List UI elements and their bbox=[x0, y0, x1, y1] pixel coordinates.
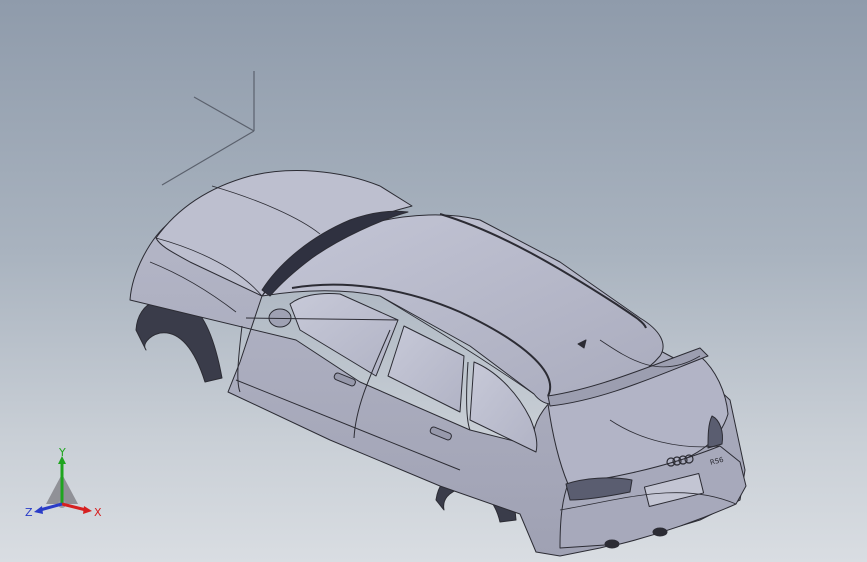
exhaust-left bbox=[604, 539, 620, 549]
car-body-model[interactable] bbox=[129, 170, 747, 557]
reference-triad[interactable]: Y X Z bbox=[22, 446, 112, 526]
triad-z-label: Z bbox=[25, 506, 33, 519]
graphics-viewport[interactable]: RS6 Y X Z bbox=[0, 0, 867, 562]
z-axis-arrow-icon bbox=[34, 502, 63, 514]
origin-axes-sketch bbox=[161, 71, 255, 186]
exhaust-right bbox=[652, 527, 668, 537]
triad-x-label: X bbox=[94, 506, 102, 519]
model-scene[interactable]: RS6 bbox=[0, 0, 867, 562]
x-axis-arrow-icon bbox=[61, 502, 92, 514]
triad-y-label: Y bbox=[58, 446, 66, 459]
